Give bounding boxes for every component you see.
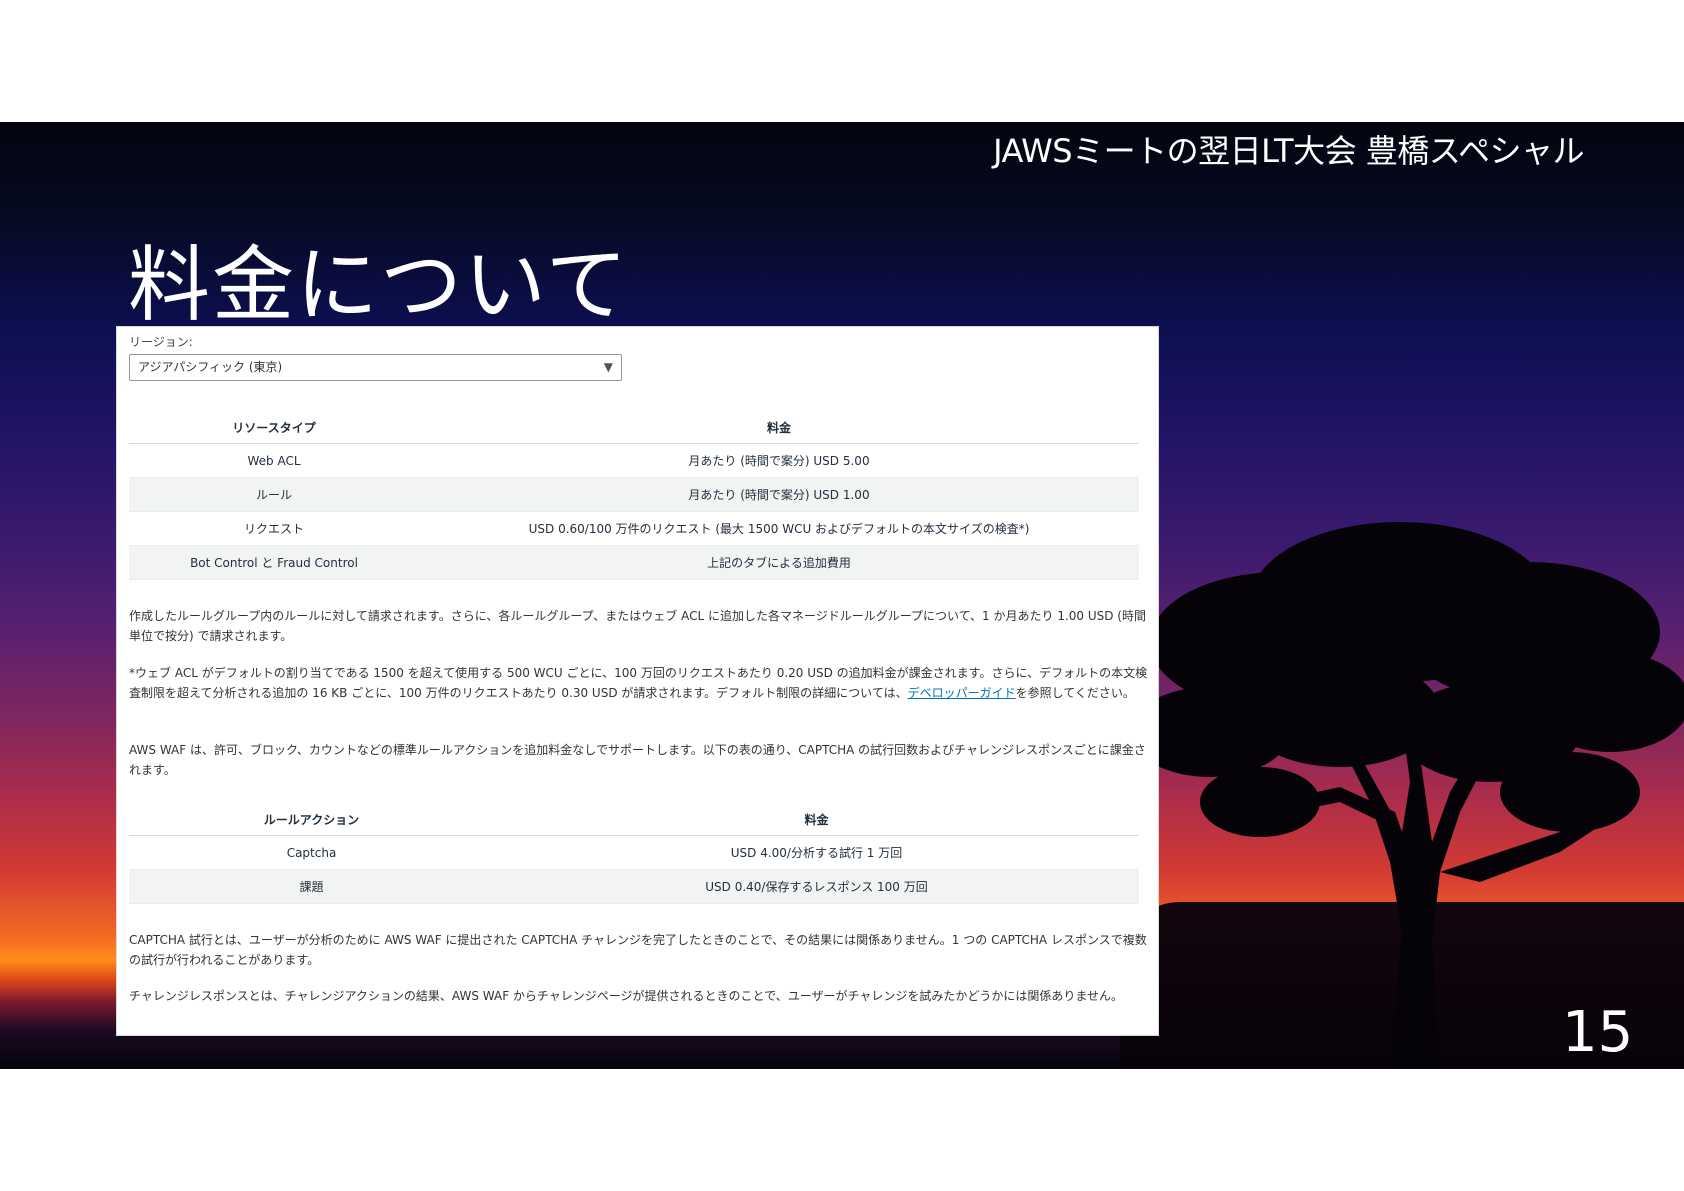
table-cell: 月あたり (時間で案分) USD 1.00	[419, 477, 1139, 512]
paragraph-captcha-definition: CAPTCHA 試行とは、ユーザーが分析のために AWS WAF に提出された …	[129, 933, 1147, 967]
region-label: リージョン:	[129, 335, 193, 349]
table-header: リソースタイプ	[129, 411, 419, 444]
table-row: Captcha USD 4.00/分析する試行 1 万回	[129, 835, 1139, 870]
rule-action-table: ルールアクション 料金 Captcha USD 4.00/分析する試行 1 万回…	[129, 803, 1139, 904]
table-cell: 月あたり (時間で案分) USD 5.00	[419, 443, 1139, 478]
table-row: リクエスト USD 0.60/100 万件のリクエスト (最大 1500 WCU…	[129, 511, 1139, 546]
tree-silhouette	[1140, 522, 1684, 1069]
paragraph-challenge-definition: チャレンジレスポンスとは、チャレンジアクションの結果、AWS WAF からチャレ…	[129, 989, 1123, 1003]
region-select[interactable]: アジアパシフィック (東京) ▼	[129, 354, 622, 381]
table-cell: ルール	[129, 477, 419, 512]
paragraph-standard-actions: AWS WAF は、許可、ブロック、カウントなどの標準ルールアクションを追加料金…	[129, 743, 1146, 777]
table-cell: Bot Control と Fraud Control	[129, 545, 419, 580]
table-row: Bot Control と Fraud Control 上記のタブによる追加費用	[129, 545, 1139, 580]
caret-down-icon: ▼	[603, 360, 613, 374]
table-cell: 課題	[129, 869, 494, 904]
table-header: 料金	[494, 803, 1139, 836]
table-cell: リクエスト	[129, 511, 419, 546]
pricing-screenshot: リージョン: アジアパシフィック (東京) ▼ リソースタイプ 料金 Web A…	[116, 326, 1159, 1036]
pricing-table: リソースタイプ 料金 Web ACL 月あたり (時間で案分) USD 5.00…	[129, 411, 1139, 580]
table-cell: 上記のタブによる追加費用	[419, 545, 1139, 580]
table-cell: USD 4.00/分析する試行 1 万回	[494, 835, 1139, 870]
table-cell: Web ACL	[129, 443, 419, 478]
region-select-value: アジアパシフィック (東京)	[138, 360, 283, 374]
event-title: JAWSミートの翌日LT大会 豊橋スペシャル	[993, 132, 1584, 170]
table-row: ルール 月あたり (時間で案分) USD 1.00	[129, 477, 1139, 512]
table-row: Web ACL 月あたり (時間で案分) USD 5.00	[129, 443, 1139, 478]
page-number: 15	[1562, 1000, 1634, 1065]
slide-title: 料金について	[128, 238, 630, 333]
table-header: ルールアクション	[129, 803, 494, 836]
table-cell: USD 0.40/保存するレスポンス 100 万回	[494, 869, 1139, 904]
table-cell: Captcha	[129, 835, 494, 870]
paragraph-wcu-surcharge: *ウェブ ACL がデフォルトの割り当てである 1500 を超えて使用する 50…	[129, 664, 1154, 703]
developer-guide-link[interactable]: デベロッパーガイド	[908, 686, 1016, 700]
paragraph-text: を参照してください。	[1015, 685, 1135, 700]
table-cell: USD 0.60/100 万件のリクエスト (最大 1500 WCU およびデフ…	[419, 511, 1139, 546]
paragraph-rule-group-billing: 作成したルールグループ内のルールに対して請求されます。さらに、各ルールグループ、…	[129, 609, 1146, 643]
table-row: 課題 USD 0.40/保存するレスポンス 100 万回	[129, 869, 1139, 904]
table-header: 料金	[419, 411, 1139, 444]
